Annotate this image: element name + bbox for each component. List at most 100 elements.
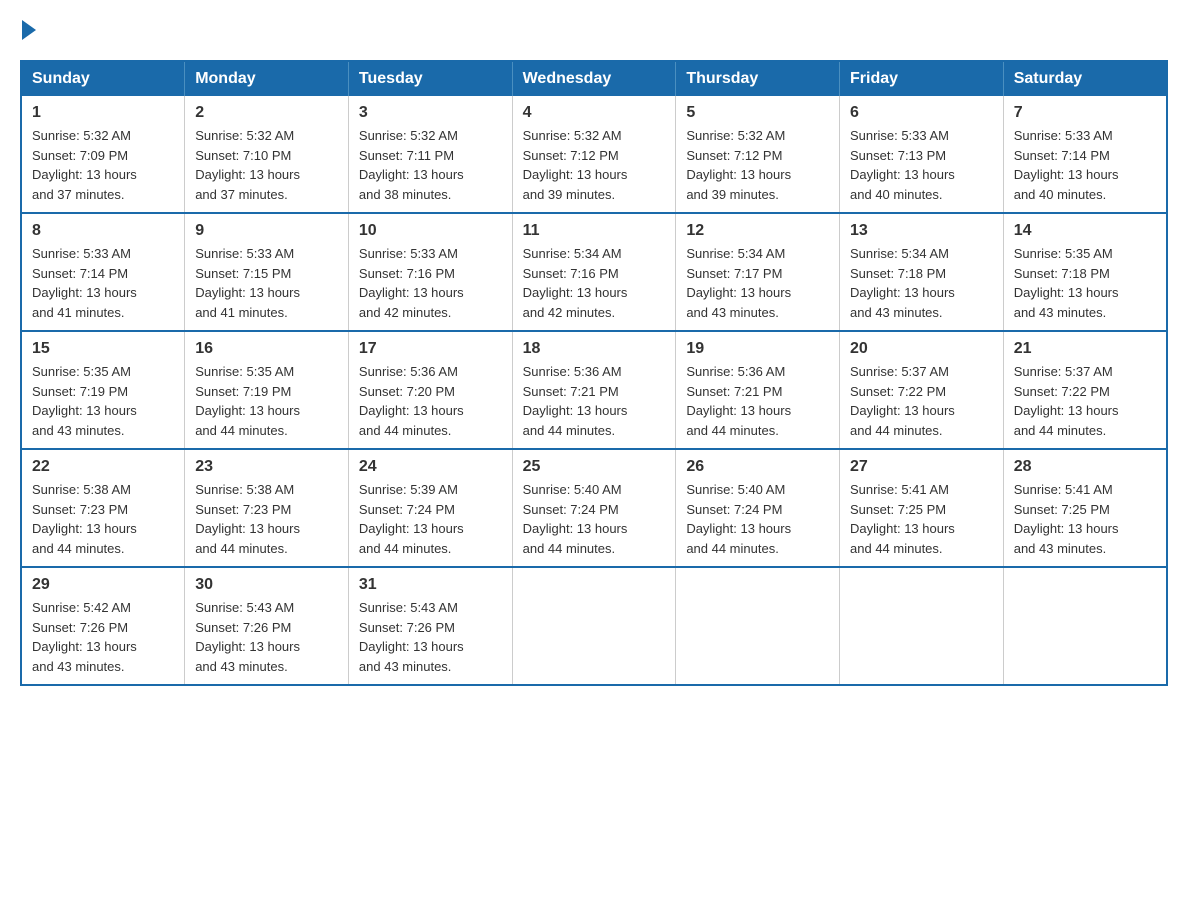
page-header: [20, 20, 1168, 40]
day-info: Sunrise: 5:33 AM Sunset: 7:16 PM Dayligh…: [359, 244, 502, 322]
calendar-cell: 17 Sunrise: 5:36 AM Sunset: 7:20 PM Dayl…: [348, 331, 512, 449]
day-number: 10: [359, 222, 502, 240]
day-info: Sunrise: 5:33 AM Sunset: 7:13 PM Dayligh…: [850, 126, 993, 204]
calendar-cell: 2 Sunrise: 5:32 AM Sunset: 7:10 PM Dayli…: [185, 96, 349, 213]
calendar-cell: 26 Sunrise: 5:40 AM Sunset: 7:24 PM Dayl…: [676, 449, 840, 567]
day-info: Sunrise: 5:34 AM Sunset: 7:18 PM Dayligh…: [850, 244, 993, 322]
day-info: Sunrise: 5:35 AM Sunset: 7:18 PM Dayligh…: [1014, 244, 1156, 322]
day-info: Sunrise: 5:33 AM Sunset: 7:15 PM Dayligh…: [195, 244, 338, 322]
calendar-cell: 14 Sunrise: 5:35 AM Sunset: 7:18 PM Dayl…: [1003, 213, 1167, 331]
weekday-header-thursday: Thursday: [676, 61, 840, 96]
calendar-cell: 24 Sunrise: 5:39 AM Sunset: 7:24 PM Dayl…: [348, 449, 512, 567]
day-number: 7: [1014, 104, 1156, 122]
day-info: Sunrise: 5:32 AM Sunset: 7:12 PM Dayligh…: [686, 126, 829, 204]
day-info: Sunrise: 5:41 AM Sunset: 7:25 PM Dayligh…: [850, 480, 993, 558]
day-number: 21: [1014, 340, 1156, 358]
day-info: Sunrise: 5:37 AM Sunset: 7:22 PM Dayligh…: [850, 362, 993, 440]
day-info: Sunrise: 5:34 AM Sunset: 7:16 PM Dayligh…: [523, 244, 666, 322]
day-number: 1: [32, 104, 174, 122]
day-info: Sunrise: 5:39 AM Sunset: 7:24 PM Dayligh…: [359, 480, 502, 558]
calendar-cell: [1003, 567, 1167, 685]
calendar-week-2: 8 Sunrise: 5:33 AM Sunset: 7:14 PM Dayli…: [21, 213, 1167, 331]
calendar-week-4: 22 Sunrise: 5:38 AM Sunset: 7:23 PM Dayl…: [21, 449, 1167, 567]
calendar-cell: 19 Sunrise: 5:36 AM Sunset: 7:21 PM Dayl…: [676, 331, 840, 449]
calendar-week-1: 1 Sunrise: 5:32 AM Sunset: 7:09 PM Dayli…: [21, 96, 1167, 213]
calendar-cell: 31 Sunrise: 5:43 AM Sunset: 7:26 PM Dayl…: [348, 567, 512, 685]
weekday-header-wednesday: Wednesday: [512, 61, 676, 96]
day-number: 13: [850, 222, 993, 240]
day-number: 26: [686, 458, 829, 476]
calendar-cell: 1 Sunrise: 5:32 AM Sunset: 7:09 PM Dayli…: [21, 96, 185, 213]
day-info: Sunrise: 5:41 AM Sunset: 7:25 PM Dayligh…: [1014, 480, 1156, 558]
day-info: Sunrise: 5:43 AM Sunset: 7:26 PM Dayligh…: [195, 598, 338, 676]
weekday-header-saturday: Saturday: [1003, 61, 1167, 96]
day-number: 30: [195, 576, 338, 594]
day-info: Sunrise: 5:36 AM Sunset: 7:20 PM Dayligh…: [359, 362, 502, 440]
day-number: 4: [523, 104, 666, 122]
calendar-cell: 30 Sunrise: 5:43 AM Sunset: 7:26 PM Dayl…: [185, 567, 349, 685]
day-number: 12: [686, 222, 829, 240]
calendar-cell: 12 Sunrise: 5:34 AM Sunset: 7:17 PM Dayl…: [676, 213, 840, 331]
calendar-cell: 15 Sunrise: 5:35 AM Sunset: 7:19 PM Dayl…: [21, 331, 185, 449]
calendar-cell: 22 Sunrise: 5:38 AM Sunset: 7:23 PM Dayl…: [21, 449, 185, 567]
calendar-cell: [512, 567, 676, 685]
day-info: Sunrise: 5:36 AM Sunset: 7:21 PM Dayligh…: [523, 362, 666, 440]
calendar-cell: 18 Sunrise: 5:36 AM Sunset: 7:21 PM Dayl…: [512, 331, 676, 449]
calendar-cell: 16 Sunrise: 5:35 AM Sunset: 7:19 PM Dayl…: [185, 331, 349, 449]
calendar-cell: 21 Sunrise: 5:37 AM Sunset: 7:22 PM Dayl…: [1003, 331, 1167, 449]
day-number: 31: [359, 576, 502, 594]
calendar-cell: 8 Sunrise: 5:33 AM Sunset: 7:14 PM Dayli…: [21, 213, 185, 331]
day-number: 2: [195, 104, 338, 122]
day-number: 8: [32, 222, 174, 240]
day-info: Sunrise: 5:32 AM Sunset: 7:12 PM Dayligh…: [523, 126, 666, 204]
calendar-cell: 3 Sunrise: 5:32 AM Sunset: 7:11 PM Dayli…: [348, 96, 512, 213]
logo: [20, 20, 38, 40]
calendar-cell: 4 Sunrise: 5:32 AM Sunset: 7:12 PM Dayli…: [512, 96, 676, 213]
day-number: 9: [195, 222, 338, 240]
day-info: Sunrise: 5:38 AM Sunset: 7:23 PM Dayligh…: [195, 480, 338, 558]
weekday-header-tuesday: Tuesday: [348, 61, 512, 96]
day-info: Sunrise: 5:43 AM Sunset: 7:26 PM Dayligh…: [359, 598, 502, 676]
day-number: 19: [686, 340, 829, 358]
weekday-header-monday: Monday: [185, 61, 349, 96]
calendar-cell: 25 Sunrise: 5:40 AM Sunset: 7:24 PM Dayl…: [512, 449, 676, 567]
day-number: 18: [523, 340, 666, 358]
calendar-cell: 28 Sunrise: 5:41 AM Sunset: 7:25 PM Dayl…: [1003, 449, 1167, 567]
calendar-cell: 11 Sunrise: 5:34 AM Sunset: 7:16 PM Dayl…: [512, 213, 676, 331]
logo-arrow-icon: [22, 20, 36, 40]
calendar-cell: 29 Sunrise: 5:42 AM Sunset: 7:26 PM Dayl…: [21, 567, 185, 685]
day-number: 20: [850, 340, 993, 358]
day-number: 28: [1014, 458, 1156, 476]
calendar-cell: 27 Sunrise: 5:41 AM Sunset: 7:25 PM Dayl…: [840, 449, 1004, 567]
calendar-cell: 5 Sunrise: 5:32 AM Sunset: 7:12 PM Dayli…: [676, 96, 840, 213]
day-number: 16: [195, 340, 338, 358]
day-info: Sunrise: 5:35 AM Sunset: 7:19 PM Dayligh…: [32, 362, 174, 440]
day-number: 27: [850, 458, 993, 476]
day-info: Sunrise: 5:32 AM Sunset: 7:09 PM Dayligh…: [32, 126, 174, 204]
calendar-header-row: SundayMondayTuesdayWednesdayThursdayFrid…: [21, 61, 1167, 96]
day-info: Sunrise: 5:33 AM Sunset: 7:14 PM Dayligh…: [32, 244, 174, 322]
day-info: Sunrise: 5:42 AM Sunset: 7:26 PM Dayligh…: [32, 598, 174, 676]
calendar-cell: [840, 567, 1004, 685]
day-number: 14: [1014, 222, 1156, 240]
calendar-cell: 9 Sunrise: 5:33 AM Sunset: 7:15 PM Dayli…: [185, 213, 349, 331]
calendar-cell: 10 Sunrise: 5:33 AM Sunset: 7:16 PM Dayl…: [348, 213, 512, 331]
day-info: Sunrise: 5:40 AM Sunset: 7:24 PM Dayligh…: [686, 480, 829, 558]
calendar-week-3: 15 Sunrise: 5:35 AM Sunset: 7:19 PM Dayl…: [21, 331, 1167, 449]
calendar-cell: [676, 567, 840, 685]
weekday-header-sunday: Sunday: [21, 61, 185, 96]
day-info: Sunrise: 5:32 AM Sunset: 7:11 PM Dayligh…: [359, 126, 502, 204]
calendar-cell: 20 Sunrise: 5:37 AM Sunset: 7:22 PM Dayl…: [840, 331, 1004, 449]
calendar-table: SundayMondayTuesdayWednesdayThursdayFrid…: [20, 60, 1168, 686]
day-number: 29: [32, 576, 174, 594]
day-number: 11: [523, 222, 666, 240]
calendar-cell: 7 Sunrise: 5:33 AM Sunset: 7:14 PM Dayli…: [1003, 96, 1167, 213]
day-info: Sunrise: 5:34 AM Sunset: 7:17 PM Dayligh…: [686, 244, 829, 322]
calendar-cell: 13 Sunrise: 5:34 AM Sunset: 7:18 PM Dayl…: [840, 213, 1004, 331]
day-info: Sunrise: 5:37 AM Sunset: 7:22 PM Dayligh…: [1014, 362, 1156, 440]
day-number: 22: [32, 458, 174, 476]
day-info: Sunrise: 5:32 AM Sunset: 7:10 PM Dayligh…: [195, 126, 338, 204]
day-info: Sunrise: 5:35 AM Sunset: 7:19 PM Dayligh…: [195, 362, 338, 440]
calendar-cell: 6 Sunrise: 5:33 AM Sunset: 7:13 PM Dayli…: [840, 96, 1004, 213]
day-info: Sunrise: 5:36 AM Sunset: 7:21 PM Dayligh…: [686, 362, 829, 440]
